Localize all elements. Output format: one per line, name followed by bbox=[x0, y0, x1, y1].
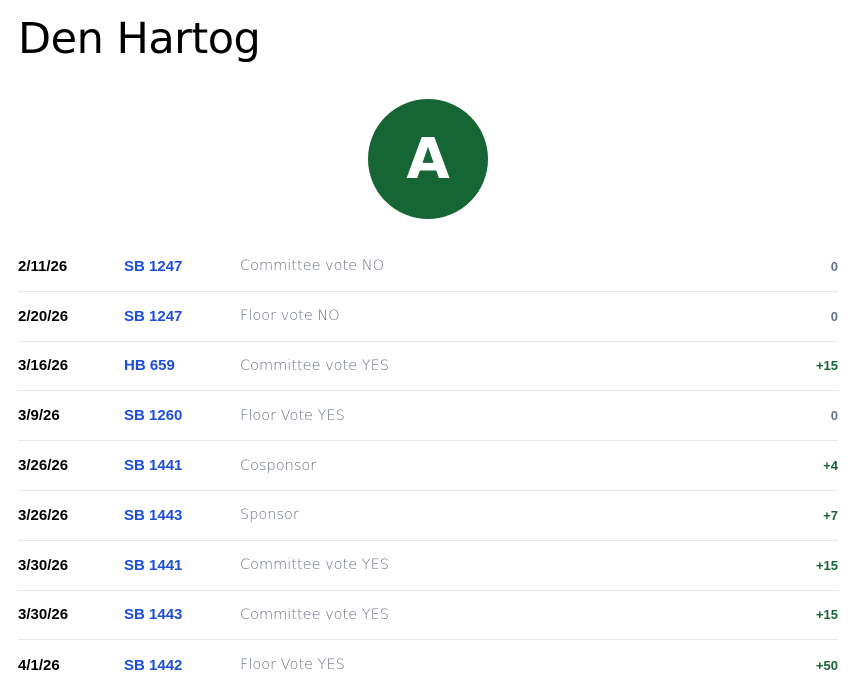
bill-link[interactable]: SB 1443 bbox=[124, 491, 182, 540]
vote-action: Committee vote YES bbox=[240, 357, 389, 374]
vote-score: +4 bbox=[823, 458, 838, 474]
vote-date: 3/26/26 bbox=[18, 506, 69, 524]
vote-date: 4/1/26 bbox=[18, 656, 60, 674]
bill-link[interactable]: SB 1247 bbox=[124, 292, 182, 341]
page-title: Den Hartog bbox=[18, 14, 261, 64]
vote-score: 0 bbox=[830, 308, 838, 324]
vote-action: Committee vote NO bbox=[240, 258, 385, 275]
vote-action: Floor Vote YES bbox=[240, 657, 345, 674]
bill-link[interactable]: SB 1247 bbox=[124, 242, 182, 291]
vote-score: +15 bbox=[815, 557, 838, 573]
vote-date: 2/20/26 bbox=[18, 307, 69, 325]
vote-date: 3/26/26 bbox=[18, 457, 69, 475]
table-row: 2/11/26 SB 1247 Committee vote NO 0 bbox=[18, 242, 838, 292]
table-row: 3/26/26 SB 1443 Sponsor +7 bbox=[18, 491, 838, 541]
table-row: 3/9/26 SB 1260 Floor Vote YES 0 bbox=[18, 391, 838, 442]
grade-letter: A bbox=[406, 127, 450, 192]
vote-date: 3/30/26 bbox=[18, 606, 69, 624]
table-row: 3/26/26 SB 1441 Cosponsor +4 bbox=[18, 441, 838, 491]
table-row: 2/20/26 SB 1247 Floor vote NO 0 bbox=[18, 292, 838, 342]
vote-action: Committee vote YES bbox=[240, 606, 389, 623]
bill-link[interactable]: SB 1442 bbox=[124, 640, 182, 690]
vote-action: Floor Vote YES bbox=[240, 407, 345, 424]
vote-date: 3/30/26 bbox=[18, 556, 69, 574]
vote-score: 0 bbox=[830, 258, 838, 274]
table-row: 3/30/26 SB 1441 Committee vote YES +15 bbox=[18, 541, 838, 591]
vote-action: Committee vote YES bbox=[240, 557, 389, 574]
vote-action: Sponsor bbox=[240, 507, 299, 524]
table-row: 3/16/26 HB 659 Committee vote YES +15 bbox=[18, 342, 838, 392]
vote-score: +15 bbox=[815, 607, 838, 623]
vote-score: +7 bbox=[823, 507, 838, 523]
bill-link[interactable]: SB 1260 bbox=[124, 391, 182, 440]
vote-action: Floor vote NO bbox=[240, 308, 340, 325]
grade-badge: A bbox=[368, 99, 488, 219]
bill-link[interactable]: SB 1443 bbox=[124, 591, 182, 640]
bill-link[interactable]: SB 1441 bbox=[124, 541, 182, 590]
vote-record-table: 2/11/26 SB 1247 Committee vote NO 0 2/20… bbox=[18, 242, 838, 690]
bill-link[interactable]: SB 1441 bbox=[124, 441, 182, 490]
vote-score: +50 bbox=[815, 657, 838, 673]
table-row: 3/30/26 SB 1443 Committee vote YES +15 bbox=[18, 591, 838, 641]
vote-date: 2/11/26 bbox=[18, 257, 68, 275]
vote-date: 3/16/26 bbox=[18, 357, 69, 375]
bill-link[interactable]: HB 659 bbox=[124, 342, 175, 391]
vote-score: +15 bbox=[815, 358, 838, 374]
table-row: 4/1/26 SB 1442 Floor Vote YES +50 bbox=[18, 640, 838, 690]
vote-action: Cosponsor bbox=[240, 457, 317, 474]
vote-date: 3/9/26 bbox=[18, 407, 60, 425]
vote-score: 0 bbox=[830, 408, 838, 424]
